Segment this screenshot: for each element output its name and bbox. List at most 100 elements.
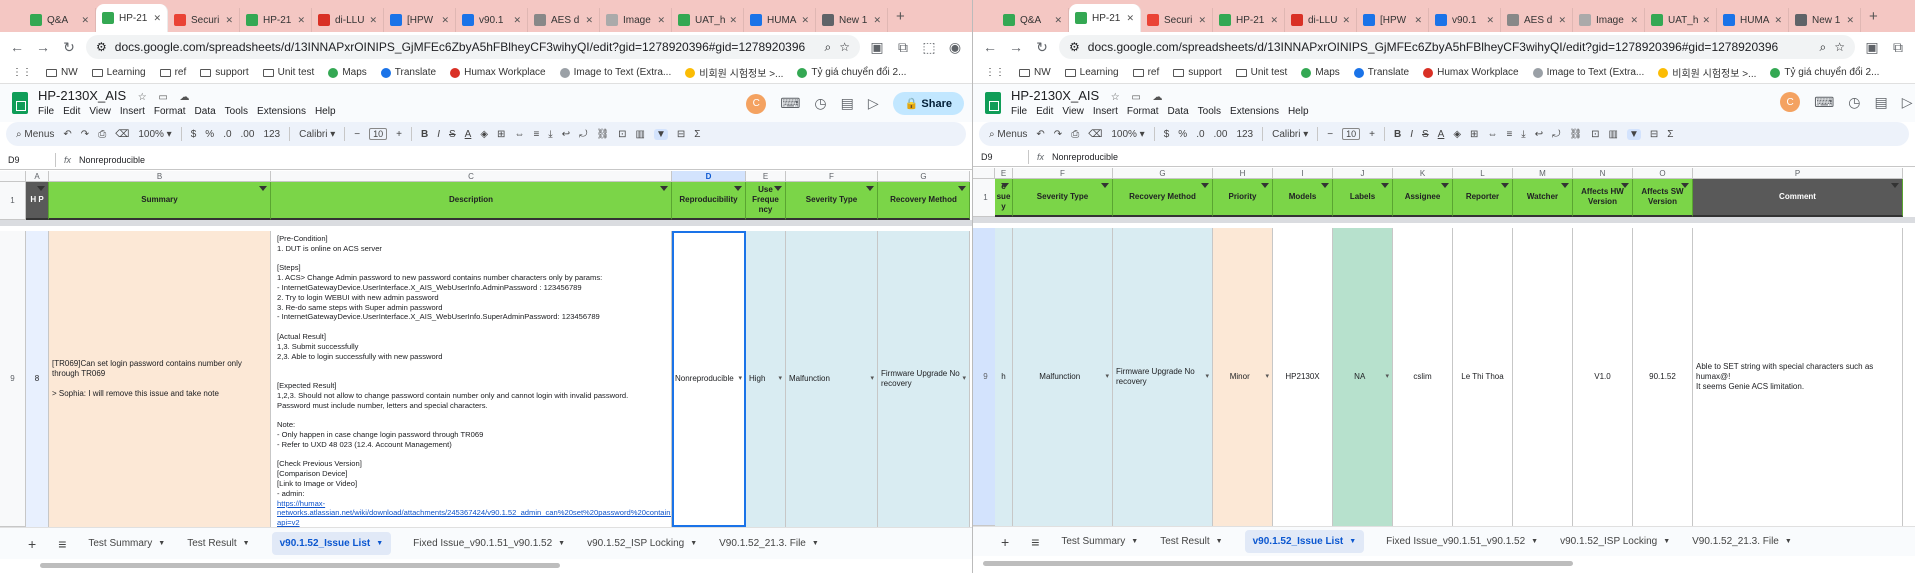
filter-icon[interactable]: [734, 186, 742, 191]
functions-icon[interactable]: Σ: [694, 129, 700, 140]
cell-reporter[interactable]: Le Thi Thoa: [1453, 228, 1513, 526]
filter-icon[interactable]: [1261, 183, 1269, 188]
close-icon[interactable]: ✕: [225, 15, 233, 26]
column-header[interactable]: B: [49, 171, 271, 182]
menu-item[interactable]: Edit: [1036, 106, 1053, 117]
menu-item[interactable]: View: [1062, 106, 1084, 117]
column-header[interactable]: F: [786, 171, 878, 182]
attachment-link[interactable]: https://humax-networks.atlassian.net/wik…: [277, 499, 671, 527]
doc-title-text[interactable]: HP-2130X_AIS: [38, 88, 126, 103]
filter-views-icon[interactable]: ⊟: [677, 129, 685, 140]
meet-icon[interactable]: ▷: [868, 95, 879, 112]
redo-icon[interactable]: ↷: [81, 129, 89, 140]
dropdown-arrow-icon[interactable]: ▾: [776, 374, 782, 384]
sheet-tab[interactable]: Test Summary ▼: [1061, 536, 1138, 547]
cell-recovery[interactable]: Firmware Upgrade No recovery ▾: [878, 231, 970, 527]
filter-icon[interactable]: [1101, 183, 1109, 188]
zoom-select[interactable]: 100% ▾: [138, 129, 171, 140]
site-info-icon[interactable]: ⚙: [96, 40, 107, 54]
browser-tab[interactable]: New 1 ✕: [816, 8, 888, 32]
extension-icon[interactable]: ▣: [868, 39, 886, 56]
avatar[interactable]: C: [746, 93, 767, 114]
browser-tab[interactable]: HP-21 ✕: [1213, 8, 1285, 32]
menu-item[interactable]: Insert: [120, 106, 145, 117]
sheet-tab[interactable]: Test Result ▼: [187, 538, 249, 549]
bookmark-item[interactable]: Translate: [380, 67, 436, 78]
close-icon[interactable]: ✕: [657, 15, 665, 26]
paint-format-icon[interactable]: ⌫: [1088, 129, 1102, 140]
borders-icon[interactable]: ⊞: [1470, 129, 1478, 140]
close-icon[interactable]: ✕: [1486, 15, 1494, 26]
sheet-tab[interactable]: V90.1.52_21.3. File ▼: [1692, 536, 1792, 547]
align-icon[interactable]: ≡: [533, 129, 539, 140]
dropdown-arrow-icon[interactable]: ▾: [736, 374, 742, 384]
align-icon[interactable]: ≡: [1506, 129, 1512, 140]
close-icon[interactable]: ✕: [729, 15, 737, 26]
menu-item[interactable]: Extensions: [257, 106, 306, 117]
dropdown-arrow-icon[interactable]: ▾: [1203, 372, 1209, 382]
close-icon[interactable]: ✕: [1270, 15, 1278, 26]
cell-priority[interactable]: Minor ▾: [1213, 228, 1273, 526]
dropdown-arrow-icon[interactable]: ▾: [868, 374, 874, 384]
browser-tab[interactable]: [HPW ✕: [384, 8, 456, 32]
zoom-icon[interactable]: ⌕: [825, 40, 832, 55]
scroll-thumb[interactable]: [40, 563, 560, 568]
move-icon[interactable]: ▭: [158, 92, 167, 103]
chevron-down-icon[interactable]: ▼: [1216, 538, 1223, 545]
column-header[interactable]: I: [1273, 168, 1333, 179]
doc-title[interactable]: HP-2130X_AIS ☆ ▭ ☁: [1011, 88, 1162, 103]
browser-tab[interactable]: Image ✕: [600, 8, 672, 32]
close-icon[interactable]: ✕: [513, 15, 521, 26]
sheets-logo-icon[interactable]: [12, 92, 28, 114]
column-header[interactable]: C: [271, 171, 672, 182]
browser-tab[interactable]: Q&A ✕: [24, 8, 96, 32]
translate-icon[interactable]: ⧉: [1889, 39, 1907, 56]
wrap-icon[interactable]: ↩: [562, 129, 570, 140]
bookmark-item[interactable]: Image to Text (Extra...: [559, 67, 671, 78]
browser-tab[interactable]: HUMA ✕: [744, 8, 816, 32]
valign-icon[interactable]: ⤓: [548, 129, 552, 140]
cell-description[interactable]: [Pre-Condition] 1. DUT is online on ACS …: [271, 231, 672, 527]
text-color-icon[interactable]: A: [465, 129, 472, 140]
font-size-increase[interactable]: +: [1369, 129, 1375, 140]
translate-icon[interactable]: ⧉: [894, 39, 912, 56]
bookmark-item[interactable]: Maps: [1301, 67, 1340, 78]
apps-icon[interactable]: ⋮⋮: [12, 67, 32, 78]
column-header[interactable]: J: [1333, 168, 1393, 179]
chevron-down-icon[interactable]: ▼: [1349, 538, 1356, 545]
forward-icon[interactable]: →: [1007, 39, 1025, 55]
chevron-down-icon[interactable]: ▼: [812, 540, 819, 547]
bookmark-item[interactable]: Learning: [91, 67, 146, 78]
move-icon[interactable]: ▭: [1131, 92, 1140, 103]
close-icon[interactable]: ✕: [873, 15, 881, 26]
meet-icon[interactable]: ▷: [1902, 94, 1913, 111]
filter-icon[interactable]: [1201, 183, 1209, 188]
menu-item[interactable]: Edit: [63, 106, 80, 117]
valign-icon[interactable]: ⤓: [1521, 129, 1525, 140]
share-button[interactable]: 🔒 Share: [892, 92, 964, 115]
currency-button[interactable]: $: [191, 129, 197, 140]
column-header[interactable]: E: [995, 168, 1013, 179]
sheet-tab[interactable]: v90.1.52_Issue List ▼: [1244, 530, 1365, 553]
chevron-down-icon[interactable]: ▼: [1131, 538, 1138, 545]
chevron-down-icon[interactable]: ▼: [558, 540, 565, 547]
browser-tab[interactable]: di-LLU ✕: [1285, 8, 1357, 32]
sheet-tab[interactable]: Test Summary ▼: [88, 538, 165, 549]
bookmark-item[interactable]: Tỷ giá chuyển đổi 2...: [1770, 67, 1879, 78]
close-icon[interactable]: ✕: [153, 13, 161, 24]
menu-item[interactable]: Insert: [1093, 106, 1118, 117]
extension-icon[interactable]: ▣: [1863, 39, 1881, 56]
filter-icon[interactable]: [1321, 183, 1329, 188]
column-header[interactable]: P: [1693, 168, 1903, 179]
merge-icon[interactable]: ⇔: [514, 129, 524, 140]
menu-item[interactable]: Help: [1288, 106, 1309, 117]
cell-watcher[interactable]: [1513, 228, 1573, 526]
bookmark-item[interactable]: Maps: [328, 67, 367, 78]
font-size-input[interactable]: 10: [369, 128, 388, 140]
bookmark-item[interactable]: Humax Workplace: [1423, 67, 1519, 78]
menu-item[interactable]: Help: [315, 106, 336, 117]
column-header[interactable]: E: [746, 171, 786, 182]
site-info-icon[interactable]: ⚙: [1069, 40, 1080, 54]
search-menus-icon[interactable]: ⌕ Menus: [989, 129, 1027, 140]
undo-icon[interactable]: ↶: [1036, 129, 1044, 140]
